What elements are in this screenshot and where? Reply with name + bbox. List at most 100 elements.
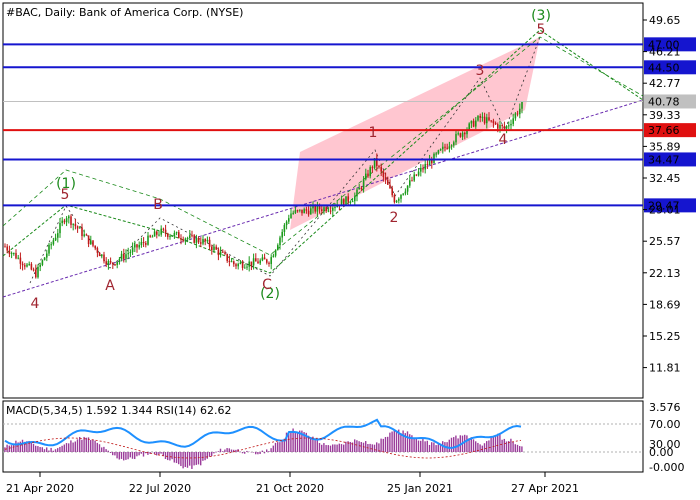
macd-bar <box>114 452 116 456</box>
candle-body <box>261 257 264 261</box>
y-tick-label: 22.13 <box>649 267 681 280</box>
candle-body <box>206 239 209 242</box>
candle-body <box>39 264 41 267</box>
macd-bar <box>191 452 193 469</box>
candle-body <box>327 210 330 212</box>
macd-bar <box>76 439 79 452</box>
candle-body <box>453 142 455 146</box>
candle-body <box>505 126 508 129</box>
candle-body <box>63 220 66 223</box>
candle-body <box>393 195 396 203</box>
macd-bar <box>175 452 178 464</box>
candle-body <box>48 244 50 254</box>
candle-body <box>371 167 374 169</box>
candle-body <box>459 133 462 137</box>
candle-body <box>158 234 160 236</box>
macd-bar <box>211 452 213 456</box>
macd-bar <box>259 452 261 455</box>
candle-body <box>226 253 228 261</box>
candle-body <box>516 113 519 115</box>
macd-bar <box>200 452 202 466</box>
wave-label: 5 <box>61 187 70 203</box>
macd-bar <box>316 440 318 452</box>
candle-body <box>360 187 363 189</box>
macd-bar <box>222 451 224 452</box>
macd-bar <box>266 449 268 452</box>
macd-bar <box>213 452 215 454</box>
macd-bar <box>516 444 519 452</box>
candle-body <box>107 261 110 265</box>
macd-bar <box>156 452 158 456</box>
wave-label: B <box>153 197 163 213</box>
candle-body <box>382 171 385 178</box>
y-tick-label: 29.01 <box>649 204 681 217</box>
candle-body <box>325 207 327 211</box>
macd-bar <box>466 435 468 452</box>
macd-bar <box>437 444 439 452</box>
chart-title: #BAC, Daily: Bank of America Corp. (NYSE… <box>6 6 243 19</box>
macd-bar <box>512 441 514 452</box>
macd-bar <box>129 452 131 458</box>
candle-body <box>191 235 193 237</box>
macd-bar <box>10 445 13 452</box>
macd-bar <box>424 441 426 452</box>
candle-body <box>116 261 118 265</box>
macd-bar <box>72 442 74 452</box>
candle-body <box>138 245 140 248</box>
candle-body <box>175 232 178 234</box>
candle-body <box>195 238 198 243</box>
candle-body <box>156 231 158 235</box>
macd-bar <box>453 437 455 452</box>
candle-body <box>43 257 46 261</box>
candle-body <box>365 173 367 180</box>
candle-body <box>268 262 270 265</box>
x-tick-label: 21 Oct 2020 <box>256 482 324 495</box>
level-price-label: 34.47 <box>648 153 680 166</box>
candle-body <box>169 236 171 238</box>
candle-body <box>345 196 347 206</box>
macd-bar <box>356 440 358 452</box>
macd-bar <box>68 443 70 452</box>
level-price-label: 44.50 <box>648 61 680 74</box>
macd-bar <box>127 452 129 460</box>
macd-bar <box>246 450 248 452</box>
macd-bar <box>318 442 321 452</box>
candle-body <box>129 252 132 254</box>
candle-body <box>103 254 105 262</box>
candle-body <box>468 123 470 130</box>
macd-bar <box>6 444 8 452</box>
macd-bar <box>345 441 347 452</box>
candle-body <box>61 220 63 224</box>
y-tick-label: 46.21 <box>649 46 681 59</box>
macd-bar <box>329 445 332 452</box>
macd-bar <box>514 444 516 452</box>
candle-body <box>230 261 233 263</box>
macd-bar <box>455 435 457 452</box>
macd-bar <box>358 441 360 452</box>
candle-body <box>142 241 145 244</box>
candle-body <box>305 209 308 211</box>
macd-bar <box>235 449 237 452</box>
macd-bar <box>270 448 272 452</box>
candle-body <box>127 253 129 255</box>
candle-body <box>92 240 94 246</box>
macd-bar <box>136 452 138 457</box>
macd-bar <box>327 445 329 452</box>
macd-bar <box>202 452 204 461</box>
candle-body <box>52 240 55 245</box>
macd-bar <box>217 451 219 452</box>
candle-body <box>4 246 6 248</box>
candle-body <box>208 239 211 247</box>
macd-bar <box>169 452 171 461</box>
macd-bar <box>43 449 46 452</box>
candle-body <box>369 167 371 177</box>
macd-bar <box>279 442 281 452</box>
candle-body <box>178 232 180 239</box>
candle-body <box>378 166 380 168</box>
candle-body <box>54 237 57 241</box>
macd-bar <box>402 430 404 452</box>
macd-bar <box>107 450 109 452</box>
candle-body <box>303 209 305 214</box>
candle-body <box>30 263 33 270</box>
candle-body <box>112 262 114 265</box>
